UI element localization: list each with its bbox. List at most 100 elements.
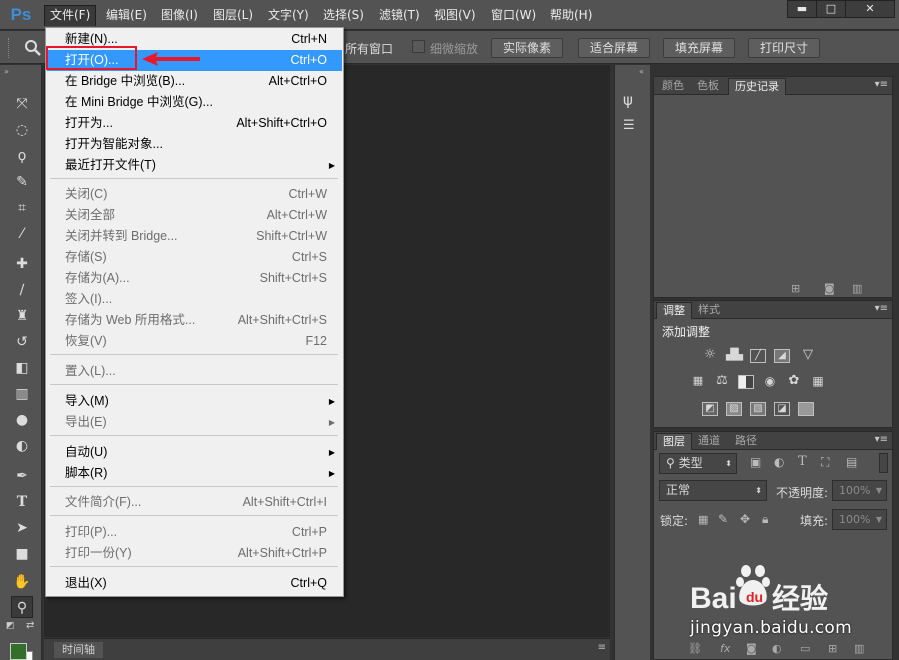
menu-item-open-smart-object[interactable]: 打开为智能对象...	[47, 134, 342, 155]
posterize-icon[interactable]: ▨	[726, 402, 742, 416]
layer-filter-select[interactable]: ⚲ 类型 ⬍	[659, 453, 737, 474]
tab-color[interactable]: 颜色	[656, 78, 690, 95]
invert-icon[interactable]: ◩	[702, 402, 718, 416]
tab-layers[interactable]: 图层	[656, 433, 692, 450]
tab-paths[interactable]: 路径	[729, 433, 763, 450]
delete-layer-icon[interactable]: ▥	[854, 642, 864, 655]
fill-input[interactable]: 100% ▼	[832, 509, 887, 530]
menu-layer[interactable]: 图层(L)	[208, 5, 258, 26]
lock-transparent-icon[interactable]: ▦	[698, 513, 708, 526]
menu-edit[interactable]: 编辑(E)	[101, 5, 152, 26]
adjustment-filter-icon[interactable]: ◐	[774, 455, 784, 469]
menu-item-exit[interactable]: 退出(X) Ctrl+Q	[47, 573, 342, 594]
gradient-tool-icon[interactable]: ▥	[11, 383, 33, 405]
brush-tool-icon[interactable]: ∕	[11, 279, 33, 301]
menu-item-file-info[interactable]: 文件简介(F)... Alt+Shift+Ctrl+I	[47, 492, 342, 513]
menu-item-automate[interactable]: 自动(U) ▶	[47, 442, 342, 463]
menu-item-close-all[interactable]: 关闭全部 Alt+Ctrl+W	[47, 205, 342, 226]
menu-item-browse-bridge[interactable]: 在 Bridge 中浏览(B)... Alt+Ctrl+O	[47, 71, 342, 92]
menu-item-place[interactable]: 置入(L)...	[47, 361, 342, 382]
menu-window[interactable]: 窗口(W)	[486, 5, 541, 26]
exposure-icon[interactable]: ◢	[774, 349, 790, 363]
history-brush-tool-icon[interactable]: ↺	[11, 331, 33, 353]
menu-item-print[interactable]: 打印(P)... Ctrl+P	[47, 522, 342, 543]
selective-color-icon[interactable]	[798, 402, 814, 416]
path-select-tool-icon[interactable]: ➤	[11, 517, 33, 539]
tab-channels[interactable]: 通道	[692, 433, 726, 450]
menu-select[interactable]: 选择(S)	[318, 5, 369, 26]
minimize-button[interactable]: ▬	[787, 0, 817, 18]
close-button[interactable]: ✕	[845, 0, 895, 18]
pixel-filter-icon[interactable]: ▣	[750, 455, 761, 469]
hue-saturation-icon[interactable]: ▦	[690, 375, 706, 389]
menu-item-recent-files[interactable]: 最近打开文件(T) ▶	[47, 155, 342, 176]
fill-screen-button[interactable]: 填充屏幕	[663, 38, 736, 58]
camera-icon[interactable]: ◙	[824, 282, 835, 295]
menu-item-open-as[interactable]: 打开为... Alt+Shift+Ctrl+O	[47, 113, 342, 134]
collapse-toolbox-icon[interactable]: »	[4, 67, 9, 76]
tab-adjustments[interactable]: 调整	[656, 302, 692, 319]
scrubby-zoom-checkbox[interactable]	[412, 40, 425, 53]
tab-history[interactable]: 历史记录	[728, 78, 786, 95]
menu-item-close[interactable]: 关闭(C) Ctrl+W	[47, 184, 342, 205]
photo-filter-icon[interactable]: ◉	[762, 375, 778, 389]
marquee-tool-icon[interactable]: ◌	[11, 119, 33, 141]
type-filter-icon[interactable]: T	[798, 454, 807, 469]
brush-presets-icon[interactable]: ψ	[623, 91, 633, 109]
fit-screen-button[interactable]: 适合屏幕	[578, 38, 651, 58]
brush-settings-icon[interactable]: ☰	[623, 118, 635, 133]
swap-colors-icon[interactable]: ⇄	[26, 620, 34, 631]
smart-object-filter-icon[interactable]: ▤	[846, 455, 857, 469]
gradient-map-icon[interactable]: ◪	[774, 402, 790, 416]
link-layers-icon[interactable]: ⛓	[688, 642, 702, 655]
new-fill-layer-icon[interactable]: ◐	[772, 642, 782, 655]
menu-type[interactable]: 文字(Y)	[263, 5, 314, 26]
crop-tool-icon[interactable]: ⌗	[11, 197, 33, 219]
blend-mode-select[interactable]: 正常 ⬍	[659, 480, 767, 501]
menu-item-save-as[interactable]: 存储为(A)... Shift+Ctrl+S	[47, 268, 342, 289]
hand-tool-icon[interactable]: ✋	[11, 571, 33, 593]
menu-item-save-for-web[interactable]: 存储为 Web 所用格式... Alt+Shift+Ctrl+S	[47, 310, 342, 331]
tab-styles[interactable]: 样式	[692, 302, 726, 319]
opacity-input[interactable]: 100% ▼	[832, 480, 887, 501]
foreground-color-swatch[interactable]	[10, 643, 27, 660]
shape-filter-icon[interactable]: ⛶	[821, 455, 829, 470]
lock-all-icon[interactable]: 🔒︎	[762, 512, 768, 527]
menu-item-print-one-copy[interactable]: 打印一份(Y) Alt+Shift+Ctrl+P	[47, 543, 342, 564]
zoom-tool-icon[interactable]: ⚲	[11, 596, 33, 618]
color-balance-icon[interactable]: ⚖	[714, 374, 730, 389]
layer-mask-icon[interactable]: ◙	[746, 642, 757, 655]
menu-item-close-go-bridge[interactable]: 关闭并转到 Bridge... Shift+Ctrl+W	[47, 226, 342, 247]
levels-icon[interactable]: ▟▙	[726, 349, 743, 363]
lasso-tool-icon[interactable]: ϙ	[11, 145, 33, 167]
layer-style-icon[interactable]: fx	[720, 642, 730, 655]
timeline-menu-icon[interactable]: ≡	[598, 642, 606, 653]
eyedropper-tool-icon[interactable]: ⁄	[11, 223, 33, 245]
blur-tool-icon[interactable]: ●	[11, 409, 33, 431]
vibrance-icon[interactable]: ▽	[800, 348, 816, 363]
menu-item-check-in[interactable]: 签入(I)...	[47, 289, 342, 310]
healing-brush-tool-icon[interactable]: ✚	[11, 253, 33, 275]
lock-position-icon[interactable]: ✥	[740, 512, 750, 526]
menu-filter[interactable]: 滤镜(T)	[374, 5, 425, 26]
eraser-tool-icon[interactable]: ◧	[11, 357, 33, 379]
color-lookup-icon[interactable]: ▦	[810, 375, 826, 389]
panel-menu-icon[interactable]: ▾≡	[875, 303, 888, 314]
brightness-icon[interactable]: ☼	[702, 348, 718, 363]
threshold-icon[interactable]: ▧	[750, 402, 766, 416]
print-size-button[interactable]: 打印尺寸	[748, 38, 821, 58]
panel-menu-icon[interactable]: ▾≡	[875, 79, 888, 90]
channel-mixer-icon[interactable]: ✿	[786, 374, 802, 389]
type-tool-icon[interactable]: T	[11, 491, 33, 513]
trash-icon[interactable]: ▥	[852, 282, 862, 295]
black-white-icon[interactable]	[738, 375, 754, 389]
rectangle-tool-icon[interactable]: ■	[11, 543, 33, 565]
new-group-icon[interactable]: ▭	[800, 642, 810, 655]
menu-help[interactable]: 帮助(H)	[545, 5, 597, 26]
menu-image[interactable]: 图像(I)	[156, 5, 203, 26]
menu-item-browse-mini-bridge[interactable]: 在 Mini Bridge 中浏览(G)...	[47, 92, 342, 113]
new-snapshot-icon[interactable]: ⊞	[791, 282, 800, 295]
collapse-strip-icon[interactable]: «	[639, 67, 644, 76]
menu-file[interactable]: 文件(F)	[44, 5, 97, 26]
menu-item-revert[interactable]: 恢复(V) F12	[47, 331, 342, 352]
